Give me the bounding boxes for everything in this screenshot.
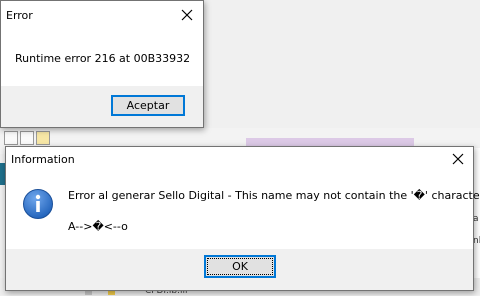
background-toolbar-button[interactable] bbox=[4, 131, 18, 145]
background-toolbar-button[interactable] bbox=[20, 131, 34, 145]
ok-button[interactable]: OK bbox=[204, 255, 276, 278]
background-text: nb bbox=[473, 236, 480, 246]
information-dialog-titlebar: Information bbox=[6, 147, 473, 171]
error-dialog-titlebar: Error bbox=[1, 1, 203, 31]
accept-button[interactable]: Aceptar bbox=[111, 95, 185, 116]
focus-ring bbox=[207, 258, 273, 275]
error-dialog: Error Runtime error 216 at 00B33932 Acep… bbox=[0, 0, 204, 128]
information-dialog-title: Information bbox=[11, 153, 75, 166]
close-icon bbox=[452, 153, 464, 165]
background-folder-icon[interactable] bbox=[36, 131, 50, 145]
information-icon bbox=[23, 189, 53, 219]
information-detail: A-->�<--o bbox=[68, 220, 128, 233]
close-icon bbox=[181, 9, 193, 21]
error-message: Runtime error 216 at 00B33932 bbox=[15, 52, 191, 65]
error-dialog-footer: Aceptar bbox=[1, 86, 203, 127]
information-message: Error al generar Sello Digital - This na… bbox=[68, 189, 480, 202]
close-button[interactable] bbox=[172, 1, 202, 29]
information-dialog-footer: OK bbox=[6, 249, 473, 290]
information-dialog: Information Error al generar Sello Digit… bbox=[5, 146, 480, 291]
error-dialog-title: Error bbox=[6, 9, 33, 22]
close-button[interactable] bbox=[443, 145, 473, 173]
